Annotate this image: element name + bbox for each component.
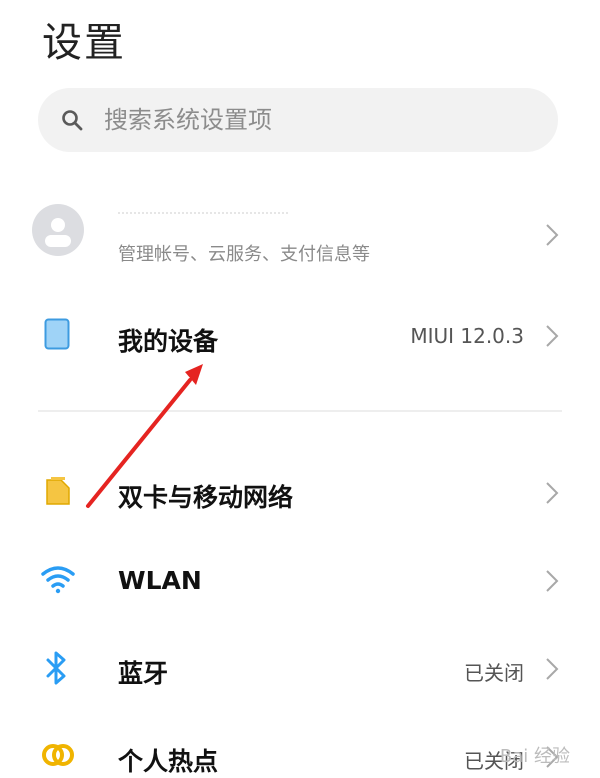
wlan-label: WLAN	[118, 566, 202, 595]
bluetooth-label: 蓝牙	[118, 659, 169, 688]
account-name-redacted	[118, 212, 288, 224]
chevron-right-icon	[546, 325, 559, 347]
miui-version: MIUI 12.0.3	[410, 324, 524, 348]
device-icon	[44, 318, 70, 350]
chevron-right-icon	[546, 658, 559, 680]
account-subtitle: 管理帐号、云服务、支付信息等	[118, 244, 370, 265]
section-divider	[38, 410, 562, 412]
watermark-logo: Bai 经验	[499, 746, 570, 767]
search-input[interactable]	[102, 105, 526, 135]
search-icon	[62, 110, 83, 131]
search-bar[interactable]	[38, 88, 558, 152]
sim-mobile-network-row[interactable]: 双卡与移动网络	[0, 456, 600, 532]
personal-hotspot-label: 个人热点	[118, 747, 219, 776]
chevron-right-icon	[546, 482, 559, 504]
account-row[interactable]: 管理帐号、云服务、支付信息等	[0, 190, 600, 280]
bluetooth-row[interactable]: 蓝牙 已关闭	[0, 632, 600, 708]
hotspot-icon	[42, 744, 74, 766]
sim-mobile-network-label: 双卡与移动网络	[118, 483, 294, 512]
page-title: 设置	[42, 20, 126, 66]
my-device-label: 我的设备	[118, 327, 219, 356]
user-icon	[45, 218, 71, 247]
avatar	[32, 204, 84, 256]
bluetooth-icon	[46, 651, 66, 685]
wlan-row[interactable]: WLAN	[0, 544, 600, 620]
sim-card-icon	[46, 477, 70, 505]
chevron-right-icon	[546, 224, 559, 246]
bluetooth-status: 已关闭	[464, 661, 524, 685]
wifi-icon	[41, 566, 75, 594]
my-device-row[interactable]: 我的设备 MIUI 12.0.3	[0, 296, 600, 376]
chevron-right-icon	[546, 570, 559, 592]
